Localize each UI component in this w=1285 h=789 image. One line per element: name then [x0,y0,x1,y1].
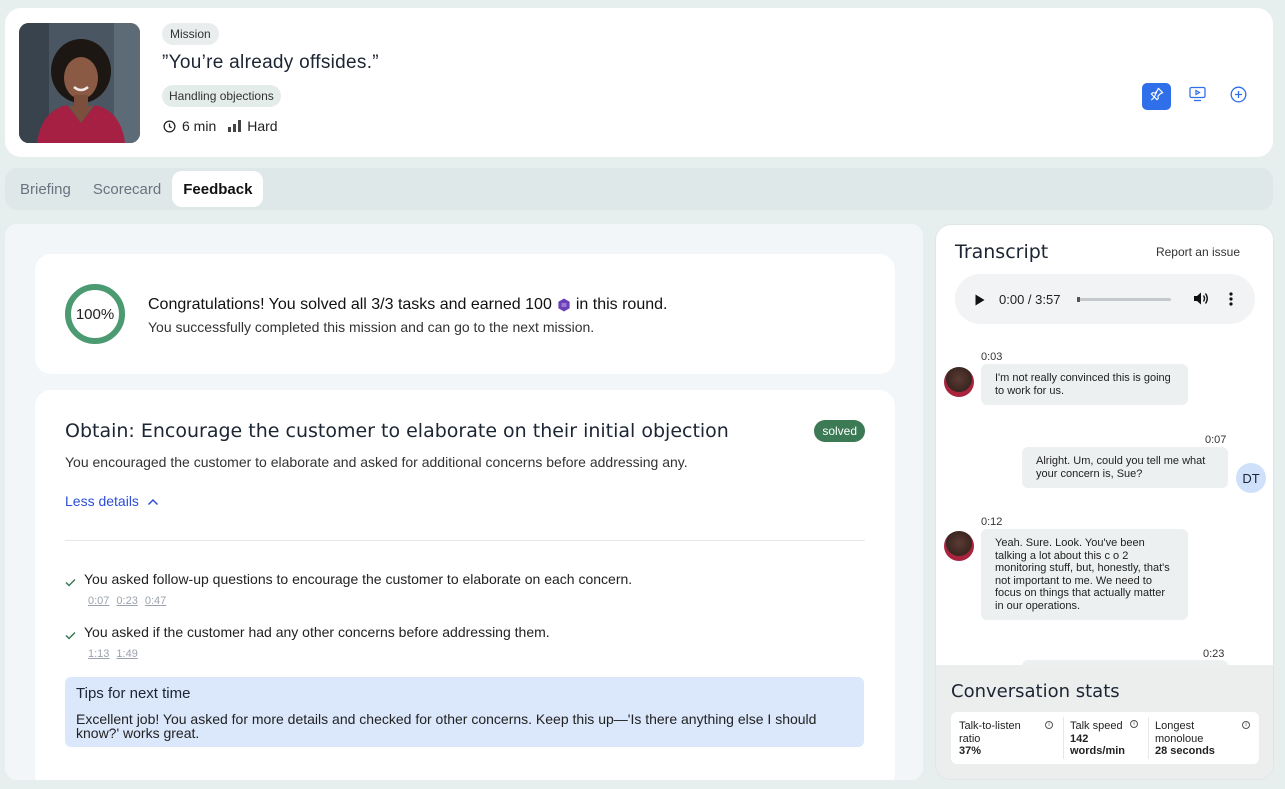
check-icon [65,574,76,590]
criteria-timestamps: 0:07 0:23 0:47 [88,595,166,607]
volume-icon[interactable] [1193,291,1209,311]
info-icon[interactable]: i [1045,721,1053,729]
stats-box: Talk-to-listen ratio 37% i Talk speed 14… [951,712,1259,764]
stat-label: Longest monoloue [1155,720,1204,745]
summary-subtitle: You successfully completed this mission … [148,319,595,335]
info-icon[interactable]: i [1130,720,1138,728]
duration-label: 6 min [182,118,217,134]
mission-header: Mission ”You’re already offsides.” Handl… [5,8,1273,157]
stat-value: 142 words/min [1070,732,1126,758]
info-icon[interactable]: i [1242,721,1250,729]
task-card: Obtain: Encourage the customer to elabor… [35,390,895,780]
audio-seek-bar[interactable] [1077,297,1171,302]
pin-icon [1150,87,1164,106]
category-badge: Handling objections [162,85,281,107]
less-details-label: Less details [65,493,139,509]
stat-label: Talk speed [1070,720,1123,732]
feedback-panel: 100% Congratulations! You solved all 3/3… [5,224,923,780]
tab-bar: Briefing Scorecard Feedback [5,168,1273,210]
conversation-stats: Conversation stats Talk-to-listen ratio … [936,665,1273,779]
less-details-toggle[interactable]: Less details [65,493,159,509]
timestamp-link[interactable]: 0:47 [145,595,166,607]
timestamp-link[interactable]: 0:23 [116,595,137,607]
divider [1063,717,1064,759]
stat-longest-monologue: Longest monoloue 28 seconds [1155,720,1227,758]
message-time: 0:03 [981,351,1003,363]
message-bubble: I'm not really convinced this is going t… [981,364,1188,405]
pin-button[interactable] [1142,83,1171,110]
customer-avatar [944,367,974,397]
status-badge: solved [814,420,865,442]
message-bubble: Yeah. Sure. Look. You've been talking a … [981,529,1188,620]
chevron-up-icon [147,493,159,509]
summary-title-prefix: Congratulations! You solved all 3/3 task… [148,296,552,313]
transcript-panel: Transcript Report an issue 0:00 / 3:57 0… [935,224,1274,780]
header-actions [1142,83,1253,110]
divider [1148,717,1149,759]
tab-briefing[interactable]: Briefing [9,171,82,207]
timestamp-link[interactable]: 0:07 [88,595,109,607]
stat-label: Talk-to-listen ratio [959,720,1021,745]
present-button[interactable] [1183,83,1212,110]
clock-icon [163,119,176,133]
transcript-title: Transcript [955,241,1049,263]
task-title: Obtain: Encourage the customer to elabor… [65,420,729,442]
criteria-text: You asked follow-up questions to encoura… [84,571,633,587]
criteria-item: You asked follow-up questions to encoura… [65,571,632,590]
difficulty-bars-icon [228,120,242,132]
progress-percent: 100% [75,305,115,323]
message-time: 0:07 [1205,434,1227,446]
tips-title: Tips for next time [76,685,191,702]
stat-talk-listen: Talk-to-listen ratio 37% [959,720,1039,758]
check-icon [65,627,76,643]
mission-badge: Mission [162,23,219,45]
timestamp-link[interactable]: 1:13 [88,648,109,660]
task-description: You encouraged the customer to elaborate… [65,454,688,470]
summary-title-suffix: in this round. [575,296,668,313]
mission-meta: 6 min Hard [163,118,278,134]
add-button[interactable] [1224,83,1253,110]
tips-box: Tips for next time Excellent job! You as… [65,677,864,747]
presentation-icon [1189,86,1206,107]
criteria-item: You asked if the customer had any other … [65,624,550,643]
message-time: 0:12 [981,516,1003,528]
stat-value: 28 seconds [1155,745,1215,757]
report-issue-link[interactable]: Report an issue [1156,245,1240,259]
stat-value: 37% [959,745,982,757]
audio-time: 0:00 / 3:57 [999,292,1061,307]
criteria-text: You asked if the customer had any other … [84,624,550,640]
summary-title: Congratulations! You solved all 3/3 task… [148,296,667,314]
message-bubble: Alright. Um, could you tell me what your… [1022,447,1228,488]
audio-player: 0:00 / 3:57 [955,274,1255,324]
stat-talk-speed: Talk speed 142 words/min [1070,720,1134,758]
more-vertical-icon[interactable] [1229,292,1233,311]
timestamp-link[interactable]: 1:49 [116,648,137,660]
add-circle-icon [1230,86,1247,108]
play-icon[interactable] [975,293,985,311]
criteria-timestamps: 1:13 1:49 [88,648,138,660]
tab-feedback[interactable]: Feedback [172,171,264,207]
tab-scorecard[interactable]: Scorecard [82,171,172,207]
customer-avatar [944,531,974,561]
difficulty-label: Hard [247,118,278,134]
summary-card: 100% Congratulations! You solved all 3/3… [35,254,895,374]
xp-gem-icon [557,298,571,312]
message-time: 0:23 [1203,648,1225,660]
customer-photo [19,23,140,143]
user-avatar: DT [1236,463,1266,493]
tips-body: Excellent job! You asked for more detail… [76,711,817,741]
divider [65,540,865,541]
mission-title: ”You’re already offsides.” [162,52,379,73]
stats-title: Conversation stats [951,681,1120,702]
